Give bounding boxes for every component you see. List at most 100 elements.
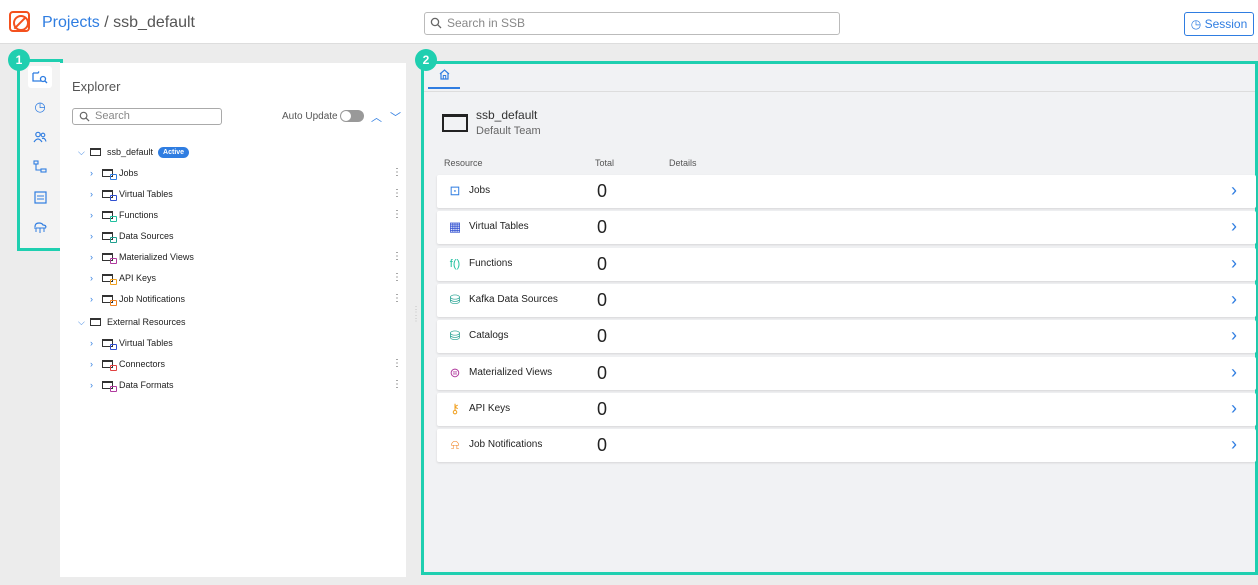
resource-row[interactable]: ⍾ Job Notifications 0 › [437,429,1256,463]
resource-row[interactable]: f() Functions 0 › [437,247,1256,281]
auto-update-toggle[interactable] [340,110,364,122]
rail-users-button[interactable] [28,126,52,148]
chevron-right-icon[interactable]: › [90,377,102,393]
resource-type-icon [110,174,117,180]
column-header-resource: Resource [444,158,483,168]
chevron-right-icon[interactable]: › [1231,289,1237,310]
tree-item[interactable]: › Jobs [90,165,138,181]
expand-down-button[interactable]: ﹀ [390,109,401,125]
session-button[interactable]: ◷ Session [1184,12,1254,36]
top-bar: Projects / ssb_default Search in SSB ◷ S… [0,0,1258,44]
resource-total: 0 [597,326,608,347]
resize-handle[interactable]: ⋮ ⋮ [412,305,420,333]
left-nav-rail: ◷ [17,59,63,251]
breadcrumb-projects-link[interactable]: Projects [42,14,100,31]
folder-icon [102,274,117,285]
collapse-up-button[interactable]: ︿ [371,109,382,125]
tree-item[interactable]: › Data Sources [90,228,174,244]
kebab-menu-icon[interactable]: ⋮ [392,251,402,262]
kebab-menu-icon[interactable]: ⋮ [392,188,402,199]
chevron-right-icon[interactable]: › [90,165,102,181]
session-label: Session [1204,17,1248,31]
kebab-menu-icon[interactable]: ⋮ [392,167,402,178]
callout-badge-2: 2 [415,49,437,71]
chevron-right-icon[interactable]: › [1231,325,1237,346]
chevron-right-icon[interactable]: › [90,207,102,223]
rail-cloud-button[interactable] [28,216,52,238]
tab-home[interactable] [428,68,460,89]
callout-badge-1: 1 [8,49,30,71]
resource-label: Jobs [469,185,491,196]
kafka-icon: ⛁ [449,291,461,307]
explorer-panel: Explorer Search Auto Update ︿ ﹀ ⌵ ssb_def… [60,63,406,577]
tree-item[interactable]: › Data Formats [90,377,174,393]
kebab-menu-icon[interactable]: ⋮ [392,358,402,369]
tree-item[interactable]: › Virtual Tables [90,335,173,351]
tree-item[interactable]: ⌵ External Resources [78,314,186,330]
tab-divider [424,91,1255,92]
resource-type-icon [110,365,117,371]
folder-icon [102,253,117,264]
kebab-menu-icon[interactable]: ⋮ [392,272,402,283]
resource-row[interactable]: ⊜ Materialized Views 0 › [437,356,1256,390]
tree-item-label: ssb_default [107,147,154,157]
tree-item[interactable]: › Job Notifications [90,291,185,307]
chevron-right-icon[interactable]: › [90,186,102,202]
clock-icon: ◷ [1190,17,1202,31]
tree-item[interactable]: › Virtual Tables [90,186,173,202]
resource-label: Materialized Views [469,366,553,378]
chevron-down-icon[interactable]: ⌵ [78,314,90,330]
chevron-right-icon[interactable]: › [90,270,102,286]
resource-row[interactable]: ⛁ Catalogs 0 › [437,320,1256,354]
chevron-right-icon[interactable]: › [1231,434,1237,455]
chevron-right-icon[interactable]: › [1231,362,1237,383]
breadcrumb-separator: / [99,14,114,31]
resource-label: Job Notifications [469,439,543,451]
resource-row[interactable]: ⛁ Kafka Data Sources 0 › [437,283,1256,317]
kebab-menu-icon[interactable]: ⋮ [392,379,402,390]
folder-icon [102,381,117,392]
chevron-right-icon[interactable]: › [90,249,102,265]
kebab-menu-icon[interactable]: ⋮ [392,293,402,304]
folder-icon [90,318,101,326]
chevron-right-icon[interactable]: › [90,356,102,372]
column-header-details: Details [669,158,697,168]
resource-total: 0 [597,253,608,274]
resource-type-icon [110,216,117,222]
chevron-right-icon[interactable]: › [1231,216,1237,237]
chevron-right-icon[interactable]: › [1231,180,1237,201]
rail-hierarchy-button[interactable] [28,156,52,178]
chevron-down-icon: ﹀ [390,112,401,124]
rail-explorer-button[interactable] [28,66,52,88]
tree-item[interactable]: › Materialized Views [90,249,194,265]
chevron-right-icon[interactable]: › [1231,253,1237,274]
chevron-right-icon[interactable]: › [90,335,102,351]
explorer-search-input[interactable]: Search [72,108,222,125]
app-logo-icon[interactable] [9,11,30,32]
key-icon: ⚷ [450,400,460,416]
kebab-menu-icon[interactable]: ⋮ [392,209,402,220]
tree-item[interactable]: › Connectors [90,356,165,372]
chevron-right-icon[interactable]: › [90,228,102,244]
tree-item[interactable]: › API Keys [90,270,156,286]
rail-history-button[interactable]: ◷ [28,96,52,118]
tree-item[interactable]: ⌵ ssb_default Active [78,144,190,160]
resource-total: 0 [597,435,608,456]
chevron-down-icon[interactable]: ⌵ [78,144,90,160]
rail-dashboard-button[interactable] [28,186,52,208]
tree-item-label: Virtual Tables [119,189,173,199]
resource-total: 0 [597,398,608,419]
resource-row[interactable]: ⚷ API Keys 0 › [437,392,1256,426]
chevron-right-icon[interactable]: › [90,291,102,307]
tree-item-label: External Resources [107,317,186,327]
chevron-right-icon[interactable]: › [1231,398,1237,419]
history-icon: ◷ [34,99,46,114]
resource-row[interactable]: ⊡ Jobs 0 › [437,175,1256,208]
resource-row[interactable]: ▦ Virtual Tables 0 › [437,211,1256,245]
tree-item-label: Materialized Views [119,252,194,262]
resource-type-icon [110,237,117,243]
resource-label: API Keys [469,402,511,414]
tree-item[interactable]: › Functions [90,207,158,223]
global-search-input[interactable]: Search in SSB [424,12,840,35]
resource-type-icon [110,344,117,350]
